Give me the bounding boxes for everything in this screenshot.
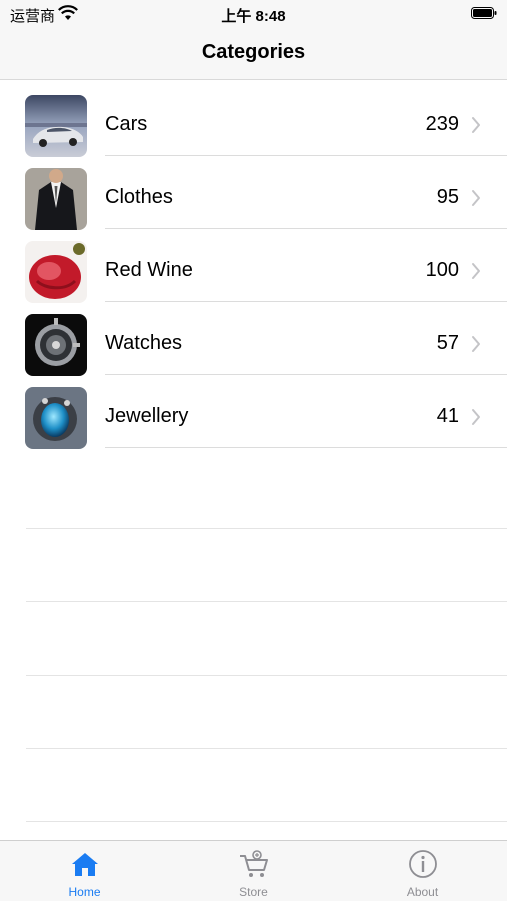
tab-store[interactable]: Store bbox=[169, 841, 338, 901]
chevron-right-icon bbox=[472, 190, 480, 206]
empty-row-separator bbox=[26, 675, 507, 676]
tab-label: Store bbox=[239, 885, 268, 899]
chevron-right-icon bbox=[472, 336, 480, 352]
category-row-jewellery[interactable]: Jewellery 41 bbox=[0, 372, 507, 449]
home-icon bbox=[72, 853, 98, 876]
category-label: Cars bbox=[105, 113, 148, 135]
category-row-watches[interactable]: Watches 57 bbox=[0, 299, 507, 376]
car-thumbnail bbox=[25, 95, 87, 157]
tab-label: Home bbox=[68, 885, 101, 899]
tab-bar: Home Store About bbox=[0, 840, 507, 901]
watch-thumbnail bbox=[25, 314, 87, 376]
info-icon bbox=[409, 850, 437, 878]
tab-label: About bbox=[406, 885, 439, 899]
empty-row-separator bbox=[26, 601, 507, 602]
empty-row-separator bbox=[26, 821, 507, 822]
empty-row-separator bbox=[26, 748, 507, 749]
category-label: Red Wine bbox=[105, 259, 193, 281]
suit-thumbnail bbox=[25, 168, 87, 230]
wine-thumbnail bbox=[25, 241, 87, 303]
row-separator bbox=[105, 447, 507, 448]
tab-home[interactable]: Home bbox=[0, 841, 169, 901]
chevron-right-icon bbox=[472, 409, 480, 425]
status-bar: 运营商 上午 8:48 bbox=[0, 0, 507, 28]
category-count: 57 bbox=[436, 332, 459, 354]
battery-icon bbox=[471, 7, 497, 19]
category-list: Cars 239 Clothes 95 Red Wine 100 Watches… bbox=[0, 80, 507, 449]
chevron-right-icon bbox=[472, 263, 480, 279]
status-time: 上午 8:48 bbox=[221, 8, 286, 25]
category-count: 41 bbox=[436, 405, 459, 427]
category-count: 95 bbox=[436, 186, 459, 208]
cart-icon bbox=[240, 850, 268, 877]
category-count: 239 bbox=[425, 113, 459, 135]
page-title: Categories bbox=[201, 41, 306, 63]
chevron-right-icon bbox=[472, 117, 480, 133]
category-count: 100 bbox=[425, 259, 459, 281]
empty-row-separator bbox=[26, 528, 507, 529]
category-row-clothes[interactable]: Clothes 95 bbox=[0, 153, 507, 230]
category-label: Clothes bbox=[105, 186, 173, 208]
category-row-cars[interactable]: Cars 239 bbox=[0, 80, 507, 157]
category-label: Jewellery bbox=[105, 405, 189, 427]
jewel-thumbnail bbox=[25, 387, 87, 449]
category-row-red-wine[interactable]: Red Wine 100 bbox=[0, 226, 507, 303]
category-label: Watches bbox=[105, 332, 183, 354]
tab-about[interactable]: About bbox=[338, 841, 507, 901]
navigation-bar: Categories bbox=[0, 28, 507, 80]
